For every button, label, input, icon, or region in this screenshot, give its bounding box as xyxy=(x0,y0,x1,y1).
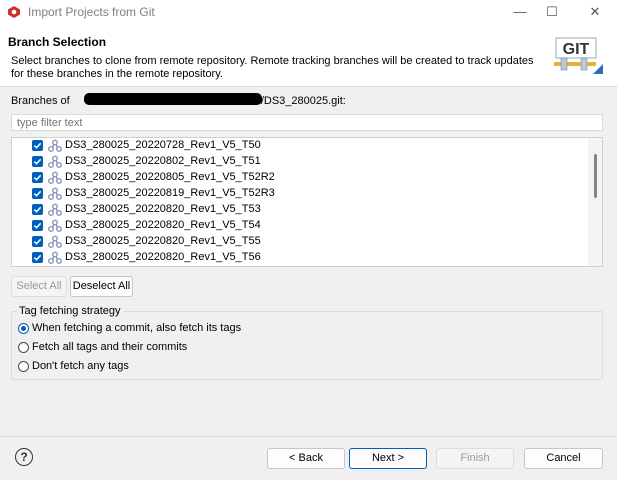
radio-label: Don't fetch any tags xyxy=(32,360,129,372)
branch-checkbox[interactable] xyxy=(32,188,43,199)
branch-icon xyxy=(48,171,62,184)
branch-checkbox[interactable] xyxy=(32,204,43,215)
branch-filter-input[interactable] xyxy=(11,114,603,131)
close-button[interactable]: ✕ xyxy=(580,0,610,24)
branch-row[interactable]: DS3_280025_20220820_Rev1_V5_T56 xyxy=(12,250,587,266)
branch-checkbox[interactable] xyxy=(32,220,43,231)
maximize-button[interactable]: ☐ xyxy=(537,0,567,24)
branches-label-suffix: /DS3_280025.git: xyxy=(260,95,346,107)
branch-label: DS3_280025_20220820_Rev1_V5_T55 xyxy=(65,235,261,247)
branch-icon xyxy=(48,203,62,216)
help-icon[interactable]: ? xyxy=(15,448,33,466)
tag-option-0[interactable]: When fetching a commit, also fetch its t… xyxy=(18,322,318,336)
branch-icon xyxy=(48,187,62,200)
branch-icon xyxy=(48,219,62,232)
branch-list[interactable]: DS3_280025_20220728_Rev1_V5_T50 DS3_28002… xyxy=(11,137,603,267)
radio-button[interactable] xyxy=(18,323,29,334)
radio-button[interactable] xyxy=(18,361,29,372)
finish-button[interactable]: Finish xyxy=(436,448,514,469)
branch-label: DS3_280025_20220819_Rev1_V5_T52R3 xyxy=(65,187,275,199)
tag-option-2[interactable]: Don't fetch any tags xyxy=(18,360,318,374)
branch-checkbox[interactable] xyxy=(32,252,43,263)
title-bar: Import Projects from Git — ☐ ✕ xyxy=(0,0,617,24)
back-button[interactable]: < Back xyxy=(267,448,345,469)
radio-button[interactable] xyxy=(18,342,29,353)
deselect-all-button[interactable]: Deselect All xyxy=(70,276,133,297)
branch-icon xyxy=(48,155,62,168)
select-all-button[interactable]: Select All xyxy=(11,276,67,297)
branch-row[interactable]: DS3_280025_20220819_Rev1_V5_T52R3 xyxy=(12,186,587,202)
radio-label: Fetch all tags and their commits xyxy=(32,341,188,353)
branches-label-prefix: Branches of xyxy=(11,95,70,107)
branch-checkbox[interactable] xyxy=(32,172,43,183)
branch-label: DS3_280025_20220805_Rev1_V5_T52R2 xyxy=(65,171,275,183)
git-logo-icon: GIT xyxy=(554,37,603,74)
page-title: Branch Selection xyxy=(8,35,107,49)
branch-row[interactable]: DS3_280025_20220728_Rev1_V5_T50 xyxy=(12,138,587,154)
branch-row[interactable]: DS3_280025_20220820_Rev1_V5_T53 xyxy=(12,202,587,218)
git-logo-text: GIT xyxy=(563,41,590,58)
radio-label: When fetching a commit, also fetch its t… xyxy=(32,322,242,334)
branch-label: DS3_280025_20220728_Rev1_V5_T50 xyxy=(65,139,261,151)
footer-separator xyxy=(0,436,617,437)
branch-icon xyxy=(48,251,62,264)
branch-label: DS3_280025_20220802_Rev1_V5_T51 xyxy=(65,155,261,167)
wizard-header: Branch Selection Select branches to clon… xyxy=(0,24,617,87)
redacted-url xyxy=(84,93,262,105)
window-title: Import Projects from Git xyxy=(28,5,155,19)
next-button[interactable]: Next > xyxy=(349,448,427,469)
branch-checkbox[interactable] xyxy=(32,156,43,167)
branch-row[interactable]: DS3_280025_20220820_Rev1_V5_T55 xyxy=(12,234,587,250)
branch-label: DS3_280025_20220820_Rev1_V5_T56 xyxy=(65,251,261,263)
branch-label: DS3_280025_20220820_Rev1_V5_T54 xyxy=(65,219,261,231)
branch-checkbox[interactable] xyxy=(32,140,43,151)
branch-icon xyxy=(48,235,62,248)
branch-row[interactable]: DS3_280025_20220802_Rev1_V5_T51 xyxy=(12,154,587,170)
eclipse-git-app-icon xyxy=(8,6,20,18)
branch-row[interactable]: DS3_280025_20220820_Rev1_V5_T54 xyxy=(12,218,587,234)
minimize-button[interactable]: — xyxy=(505,0,535,24)
branch-list-scrollbar[interactable] xyxy=(588,138,602,266)
scrollbar-thumb[interactable] xyxy=(594,154,597,198)
branch-icon xyxy=(48,139,62,152)
tag-fetching-label: Tag fetching strategy xyxy=(17,305,123,317)
branch-label: DS3_280025_20220820_Rev1_V5_T53 xyxy=(65,203,261,215)
branch-checkbox[interactable] xyxy=(32,236,43,247)
branch-row[interactable]: DS3_280025_20220805_Rev1_V5_T52R2 xyxy=(12,170,587,186)
cancel-button[interactable]: Cancel xyxy=(524,448,603,469)
page-description: Select branches to clone from remote rep… xyxy=(11,55,534,80)
tag-option-1[interactable]: Fetch all tags and their commits xyxy=(18,341,318,355)
